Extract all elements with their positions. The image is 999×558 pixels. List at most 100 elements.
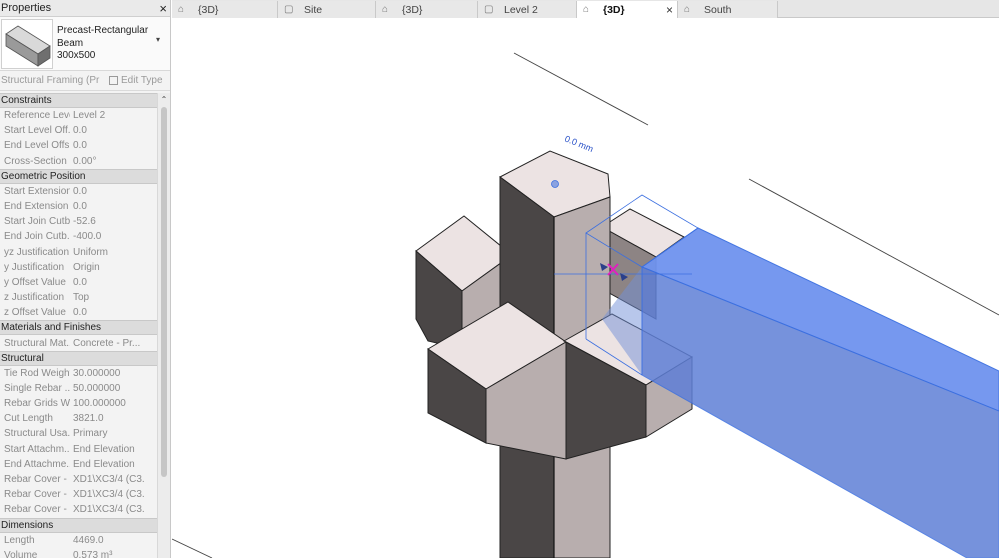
property-value[interactable]: 0.0 bbox=[70, 307, 145, 318]
property-value[interactable]: XD1\XC3/4 (C3... bbox=[70, 474, 145, 485]
property-row[interactable]: Rebar Grids W...100.000000 bbox=[0, 396, 170, 411]
property-row[interactable]: Cut Length 3821.0 bbox=[0, 411, 170, 426]
edit-type-button[interactable]: Edit Type bbox=[109, 75, 163, 86]
property-value[interactable]: Primary bbox=[70, 428, 145, 439]
property-row[interactable]: Start Level Off... 0.0 bbox=[0, 123, 170, 138]
property-row[interactable]: Volume 0.573 m³ bbox=[0, 548, 170, 558]
property-row[interactable]: End Join Cutb... -400.0 bbox=[0, 229, 170, 244]
view-tab[interactable]: ⌂ {3D} bbox=[172, 1, 278, 18]
group-name: Constraints bbox=[1, 95, 52, 106]
property-value[interactable]: 4469.0 bbox=[70, 535, 145, 546]
3d-viewport[interactable]: 0.0 mm bbox=[172, 19, 999, 558]
property-row[interactable]: End Level Offs...0.0 bbox=[0, 138, 170, 153]
property-row[interactable]: Rebar Cover - ...XD1\XC3/4 (C3... bbox=[0, 472, 170, 487]
instance-filter-dropdown[interactable]: Structural Framing (Pr bbox=[1, 75, 109, 86]
group-header[interactable]: Geometric Position» bbox=[0, 168, 170, 184]
group-header[interactable]: Structural» bbox=[0, 350, 170, 366]
dimension-label[interactable]: 0.0 mm bbox=[563, 134, 595, 155]
property-row[interactable]: Cross-Section ...0.00° bbox=[0, 154, 170, 169]
property-value[interactable]: -400.0 bbox=[70, 231, 145, 242]
property-row[interactable]: z Offset Value 0.0 bbox=[0, 305, 170, 320]
property-row[interactable]: Reference Level Level 2 bbox=[0, 108, 170, 123]
properties-table: Constraints»Reference LevelLevel 2Start … bbox=[0, 93, 170, 558]
property-row[interactable]: Start Attachm... End Elevation bbox=[0, 442, 170, 457]
property-name: Start Attachm... bbox=[4, 443, 70, 455]
property-row[interactable]: z Justification Top bbox=[0, 290, 170, 305]
property-name: Tie Rod Weight bbox=[4, 367, 70, 379]
view-tab[interactable]: ⌂ {3D} bbox=[376, 1, 478, 18]
property-row[interactable]: Tie Rod Weight 30.000000 bbox=[0, 366, 170, 381]
property-name: End Extension bbox=[4, 201, 69, 213]
view-tab[interactable]: ▢ Level 2 bbox=[478, 1, 577, 18]
property-value[interactable]: Top bbox=[70, 292, 145, 303]
group-header[interactable]: Dimensions» bbox=[0, 517, 170, 533]
tab-label: {3D} bbox=[402, 3, 423, 16]
instance-filter-row: Structural Framing (Pr Edit Type bbox=[0, 71, 170, 91]
property-value[interactable]: Concrete - Pr... bbox=[70, 338, 145, 349]
property-value[interactable]: 50.000000 bbox=[70, 383, 145, 394]
property-name: Rebar Cover - ... bbox=[4, 474, 70, 486]
property-value[interactable]: -52.6 bbox=[70, 216, 145, 227]
property-value[interactable]: 0.0 bbox=[70, 140, 145, 151]
property-name: y Offset Value bbox=[4, 276, 66, 288]
property-value[interactable]: End Elevation bbox=[70, 459, 145, 470]
property-value[interactable]: 0.0 bbox=[70, 201, 145, 212]
close-icon[interactable]: × bbox=[159, 2, 167, 15]
property-row[interactable]: Rebar Cover - ...XD1\XC3/4 (C3... bbox=[0, 502, 170, 517]
property-value[interactable]: XD1\XC3/4 (C3... bbox=[70, 504, 145, 515]
property-row[interactable]: End Extension 0.0 bbox=[0, 199, 170, 214]
property-value[interactable]: 0.573 m³ bbox=[70, 550, 145, 558]
property-row[interactable]: y Justification Origin bbox=[0, 260, 170, 275]
property-row[interactable]: Start Join Cutb...-52.6 bbox=[0, 214, 170, 229]
group-header[interactable]: Constraints» bbox=[0, 93, 170, 108]
properties-scrollbar[interactable]: ⌃ bbox=[157, 93, 170, 558]
property-row[interactable]: Single Rebar ... 50.000000 bbox=[0, 381, 170, 396]
property-value[interactable]: Level 2 bbox=[70, 110, 145, 121]
group-header[interactable]: Materials and Finishes» bbox=[0, 320, 170, 336]
property-name: Start Extension bbox=[4, 185, 70, 197]
property-name: Start Level Off... bbox=[4, 125, 70, 137]
property-row[interactable]: Structural Mat... Concrete - Pr... bbox=[0, 335, 170, 350]
view-tab[interactable]: ⌂ {3D} × bbox=[577, 1, 678, 18]
type-selector[interactable]: Precast-Rectangular Beam 300x500 ▾ bbox=[0, 17, 170, 71]
property-name: Reference Level bbox=[4, 110, 70, 122]
property-value[interactable]: 0.0 bbox=[70, 125, 145, 136]
grip-point[interactable] bbox=[551, 180, 559, 188]
property-name: Cut Length bbox=[4, 413, 53, 425]
home-icon: ⌂ bbox=[382, 4, 389, 15]
property-value[interactable]: Origin bbox=[70, 262, 145, 273]
property-row[interactable]: yz Justification Uniform bbox=[0, 245, 170, 260]
home-icon: ⌂ bbox=[684, 4, 691, 15]
property-row[interactable]: Rebar Cover - ...XD1\XC3/4 (C3... bbox=[0, 487, 170, 502]
view-tab[interactable]: ▢ Site bbox=[278, 1, 376, 18]
view-tab-bar: ⌂ {3D} ▢ Site ⌂ {3D} ▢ Level 2 ⌂ {3D} × ⌂ South bbox=[172, 0, 999, 18]
scroll-up-icon[interactable]: ⌃ bbox=[158, 93, 170, 106]
property-row[interactable]: Start Extension 0.0 bbox=[0, 184, 170, 199]
tab-label: Site bbox=[304, 3, 323, 16]
property-name: yz Justification bbox=[4, 246, 70, 258]
ref-line-3 bbox=[172, 538, 213, 558]
property-value[interactable]: 0.00° bbox=[70, 156, 145, 167]
property-value[interactable]: 0.0 bbox=[70, 186, 145, 197]
property-value[interactable]: 0.0 bbox=[70, 277, 145, 288]
property-row[interactable]: End Attachme... End Elevation bbox=[0, 457, 170, 472]
property-row[interactable]: Structural Usa... Primary bbox=[0, 426, 170, 441]
chevron-down-icon[interactable]: ▾ bbox=[156, 19, 170, 70]
tab-label: {3D} bbox=[198, 3, 219, 16]
close-tab-icon[interactable]: × bbox=[666, 3, 673, 17]
property-name: End Attachme... bbox=[4, 458, 70, 470]
property-row[interactable]: Length 4469.0 bbox=[0, 533, 170, 548]
view-tab[interactable]: ⌂ South bbox=[678, 1, 778, 18]
property-value[interactable]: Uniform bbox=[70, 247, 145, 258]
property-value[interactable]: End Elevation bbox=[70, 444, 145, 455]
property-row[interactable]: y Offset Value 0.0 bbox=[0, 275, 170, 290]
property-value[interactable]: 100.000000 bbox=[70, 398, 145, 409]
property-value[interactable]: 30.000000 bbox=[70, 368, 145, 379]
type-family: Precast-Rectangular bbox=[57, 25, 149, 36]
scroll-thumb[interactable] bbox=[161, 107, 167, 477]
property-value[interactable]: XD1\XC3/4 (C3... bbox=[70, 489, 145, 500]
home-icon: ⌂ bbox=[178, 4, 185, 15]
ref-line-1 bbox=[513, 52, 649, 126]
tab-label: {3D} bbox=[603, 3, 625, 16]
property-value[interactable]: 3821.0 bbox=[70, 413, 145, 424]
